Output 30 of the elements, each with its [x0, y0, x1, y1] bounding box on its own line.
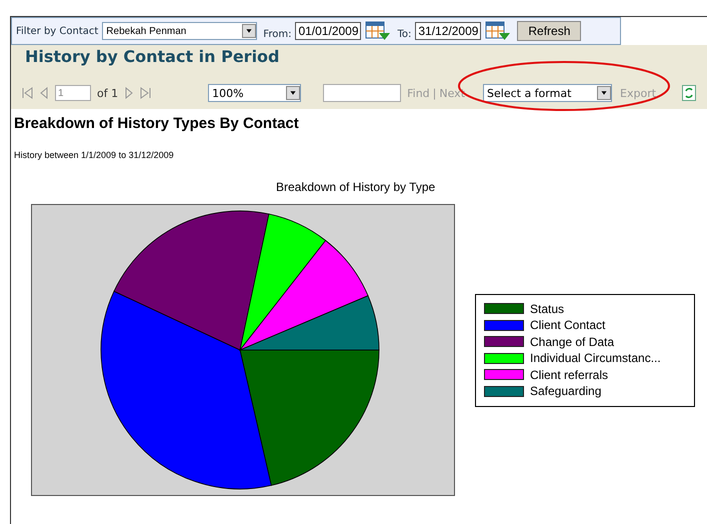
- zoom-dropdown[interactable]: 100%: [208, 84, 302, 102]
- next-page-icon[interactable]: [124, 87, 134, 99]
- to-date-field[interactable]: 31/12/2009: [415, 22, 482, 40]
- from-date-field[interactable]: 01/01/2009: [295, 22, 362, 40]
- page-number-field[interactable]: 1: [55, 85, 91, 101]
- report-title: History by Contact in Period: [24, 46, 280, 66]
- calendar-icon[interactable]: [485, 21, 512, 41]
- from-label: From:: [263, 28, 292, 40]
- legend-label: Client referrals: [530, 366, 608, 383]
- refresh-icon[interactable]: [682, 85, 696, 101]
- first-page-icon[interactable]: [21, 87, 33, 99]
- report-heading: Breakdown of History Types By Contact: [14, 114, 300, 132]
- legend-label: Client Contact: [530, 317, 606, 334]
- chart-title: Breakdown of History by Type: [276, 180, 436, 194]
- calendar-icon[interactable]: [365, 21, 392, 41]
- refresh-button[interactable]: Refresh: [517, 21, 582, 41]
- report-subtitle: History between 1/1/2009 to 31/12/2009: [14, 150, 175, 160]
- separator: |: [432, 86, 436, 100]
- legend-label: Individual Circumstanc...: [530, 350, 661, 366]
- last-page-icon[interactable]: [140, 87, 152, 99]
- previous-page-icon[interactable]: [39, 87, 49, 99]
- legend-label: Change of Data: [530, 334, 614, 350]
- to-label: To:: [397, 28, 412, 40]
- find-field[interactable]: [323, 84, 402, 102]
- format-dropdown[interactable]: Select a format: [483, 84, 612, 102]
- legend-label: Status: [530, 300, 564, 317]
- filter-label: Filter by Contact: [16, 26, 98, 36]
- legend-label: Safeguarding: [530, 383, 602, 400]
- contact-dropdown[interactable]: Rebekah Penman: [102, 22, 258, 40]
- page-count: of 1: [97, 86, 118, 100]
